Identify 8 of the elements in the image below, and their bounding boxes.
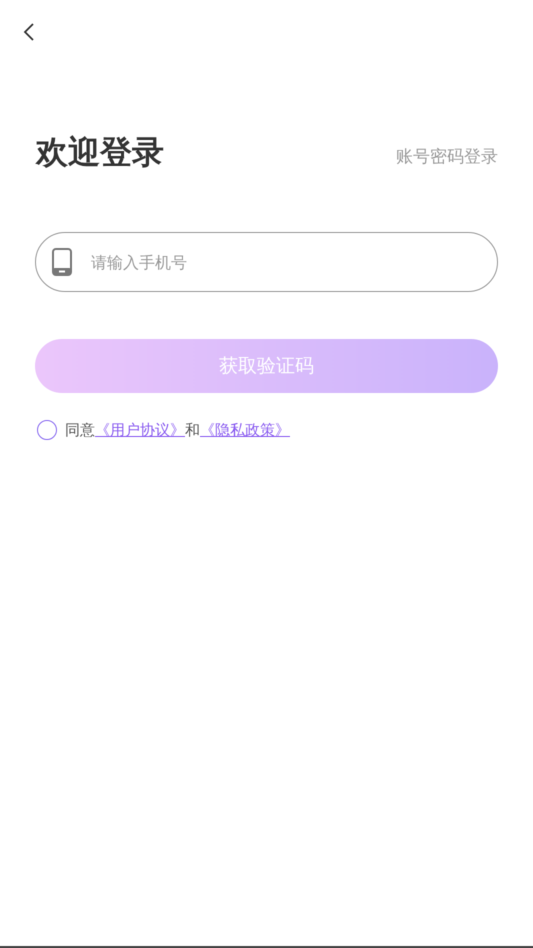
user-agreement-link[interactable]: 《用户协议》	[95, 421, 185, 439]
password-login-link[interactable]: 账号密码登录	[396, 149, 498, 166]
phone-field[interactable]: 请输入手机号	[35, 232, 498, 292]
privacy-policy-link[interactable]: 《隐私政策》	[200, 421, 290, 439]
agree-checkbox[interactable]	[37, 420, 57, 440]
agreement-text: 同意《用户协议》和《隐私政策》	[65, 420, 290, 441]
page-title: 欢迎登录	[36, 136, 164, 168]
phone-icon	[52, 248, 72, 276]
